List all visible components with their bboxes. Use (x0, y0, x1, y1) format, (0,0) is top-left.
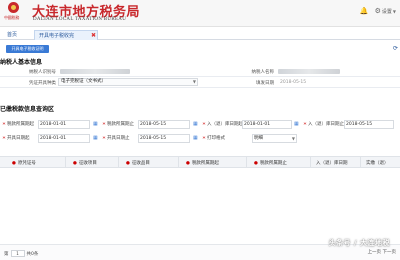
stock-date-end-field: ＊ 入（退）库日期止 2018-05-15 (303, 120, 400, 130)
column-header[interactable]: ● 税款所属期止 (254, 160, 287, 166)
settings-label: 设置 (381, 8, 392, 15)
query-row-1: ＊ 税款所属期起 2018-01-01 ▦ ＊ 税款所属期止 2018-05-1… (0, 120, 400, 130)
chevron-down-icon: ▼ (291, 136, 295, 141)
column-header[interactable]: 入（退）库日期 (316, 160, 348, 166)
required-marker: ＊ (202, 121, 206, 126)
tax-period-start-input[interactable]: 2018-01-01 (38, 120, 90, 129)
required-marker: ＊ (303, 121, 307, 126)
calendar-icon[interactable]: ▦ (93, 135, 98, 141)
section-title-query: 已缴税款信息查询区 (0, 106, 55, 113)
print-format-value: 明细 (254, 136, 263, 141)
taxpayer-name-value-redacted (278, 69, 340, 74)
tax-period-end-field: ＊ 税款所属期止 2018-05-15 ▦ (102, 120, 198, 130)
gear-icon: ⚙ (374, 7, 381, 15)
tab-label: 开具电子税收完 (39, 33, 75, 39)
required-marker: ＊ (102, 121, 106, 126)
stock-date-start-label: 入（退）库日期起 (207, 122, 243, 127)
stock-date-start-field: ＊ 入（退）库日期起 2018-01-01 ▦ (202, 120, 300, 130)
required-marker: ＊ (202, 135, 206, 140)
column-header[interactable]: ● 征收项目 (73, 160, 97, 166)
issue-date-start-field: ＊ 开具日期起 2018-01-01 ▦ (2, 134, 98, 144)
calendar-icon[interactable]: ▦ (294, 121, 299, 127)
print-format-select[interactable]: 明细 ▼ (252, 134, 297, 143)
refresh-icon[interactable]: ⟳ (393, 45, 398, 52)
record-count: 共0条 (26, 251, 39, 257)
notification-icon[interactable]: 🔔 (360, 7, 369, 15)
required-marker: ＊ (2, 135, 6, 140)
taxpayer-id-label: 纳税人识别号 (29, 70, 56, 75)
app-window: 中國稅務 大连市地方税务局 DALIAN LOCAL TAXATION BURE… (0, 0, 400, 260)
toolbar: 开具电子税收证明 ⟳ (0, 42, 400, 54)
results-table-header: ● 原凭证号 ● 征收项目 ● 征收品目 ● 税款所属期起 ● 税款所属期止 入（退）库日… (0, 156, 400, 168)
issue-date-end-input[interactable]: 2018-05-15 (138, 134, 190, 143)
voucher-type-value: 电子完税证（文书式） (61, 79, 106, 84)
issue-date-end-field: ＊ 开具日期止 2018-05-15 ▦ (102, 134, 198, 144)
issue-date-start-input[interactable]: 2018-01-01 (38, 134, 90, 143)
page-prefix: 第 (4, 251, 9, 257)
brand-subtitle: DALIAN LOCAL TAXATION BUREAU (33, 17, 127, 22)
page-number-input[interactable]: 1 (10, 250, 25, 257)
watermark: 头条号 / 大连地税 (328, 239, 390, 247)
fill-date-label: 填发日期 (256, 81, 274, 86)
taxpayer-name-label: 纳税人名称 (251, 70, 275, 75)
column-header[interactable]: 实缴（退） (366, 160, 389, 166)
chevron-down-icon: ▼ (392, 8, 396, 14)
issue-certificate-button[interactable]: 开具电子税收证明 (6, 45, 49, 53)
tab-home[interactable]: 首页 (3, 30, 21, 40)
voucher-type-label: 凭证开具种类 (29, 81, 56, 86)
taxpayer-id-value-redacted (60, 69, 130, 74)
voucher-type-select[interactable]: 电子完税证（文书式） ▼ (58, 78, 198, 86)
info-row-voucher: 凭证开具种类 电子完税证（文书式） ▼ 填发日期 2018-05-15 (0, 77, 400, 88)
query-row-2: ＊ 开具日期起 2018-01-01 ▦ ＊ 开具日期止 2018-05-15 … (0, 134, 400, 144)
tax-emblem-logo: 中國稅務 (4, 2, 24, 26)
tax-period-end-input[interactable]: 2018-05-15 (138, 120, 190, 129)
settings-menu[interactable]: ⚙ 设置 ▼ (375, 7, 396, 15)
calendar-icon[interactable]: ▦ (93, 121, 98, 127)
stock-date-end-label: 入（退）库日期止 (308, 122, 344, 127)
tax-period-start-field: ＊ 税款所属期起 2018-01-01 ▦ (2, 120, 98, 130)
pager-left: 第 1 共0条 (4, 250, 38, 257)
emblem-seal-icon (8, 2, 19, 13)
page-navigation[interactable]: 上一页 下一页 (368, 249, 396, 255)
print-format-field: ＊ 打印格式 明细 ▼ (202, 134, 300, 144)
required-marker: ＊ (102, 135, 106, 140)
tab-issue-tax-certificate[interactable]: 开具电子税收完 ✖ (34, 30, 98, 40)
column-header[interactable]: ● 税款所属期起 (186, 160, 219, 166)
calendar-icon[interactable]: ▦ (193, 121, 198, 127)
column-header[interactable]: ● 原凭证号 (12, 160, 36, 166)
close-icon[interactable]: ✖ (91, 31, 96, 41)
required-marker: ＊ (2, 121, 6, 126)
stock-date-end-input[interactable]: 2018-05-15 (344, 120, 394, 129)
header-actions: 🔔 ⚙ 设置 ▼ (360, 7, 396, 15)
print-format-label: 打印格式 (207, 136, 225, 141)
issue-date-end-label: 开具日期止 (107, 136, 130, 141)
column-header[interactable]: ● 征收品目 (126, 160, 150, 166)
tab-bar: 首页 开具电子税收完 ✖ (0, 29, 400, 40)
site-header: 中國稅務 大连市地方税务局 DALIAN LOCAL TAXATION BURE… (0, 0, 400, 27)
results-table-body (0, 168, 400, 243)
stock-date-start-input[interactable]: 2018-01-01 (242, 120, 292, 129)
section-title-basic-info: 纳税人基本信息 (0, 59, 43, 66)
emblem-caption: 中國稅務 (4, 15, 20, 20)
tax-period-start-label: 税款所属期起 (7, 122, 34, 127)
info-row-ids: 纳税人识别号 纳税人名称 (0, 66, 400, 77)
tax-period-end-label: 税款所属期止 (107, 122, 134, 127)
fill-date-value: 2018-05-15 (280, 80, 307, 85)
issue-date-start-label: 开具日期起 (7, 136, 30, 141)
chevron-down-icon: ▼ (192, 79, 196, 84)
calendar-icon[interactable]: ▦ (193, 135, 198, 141)
